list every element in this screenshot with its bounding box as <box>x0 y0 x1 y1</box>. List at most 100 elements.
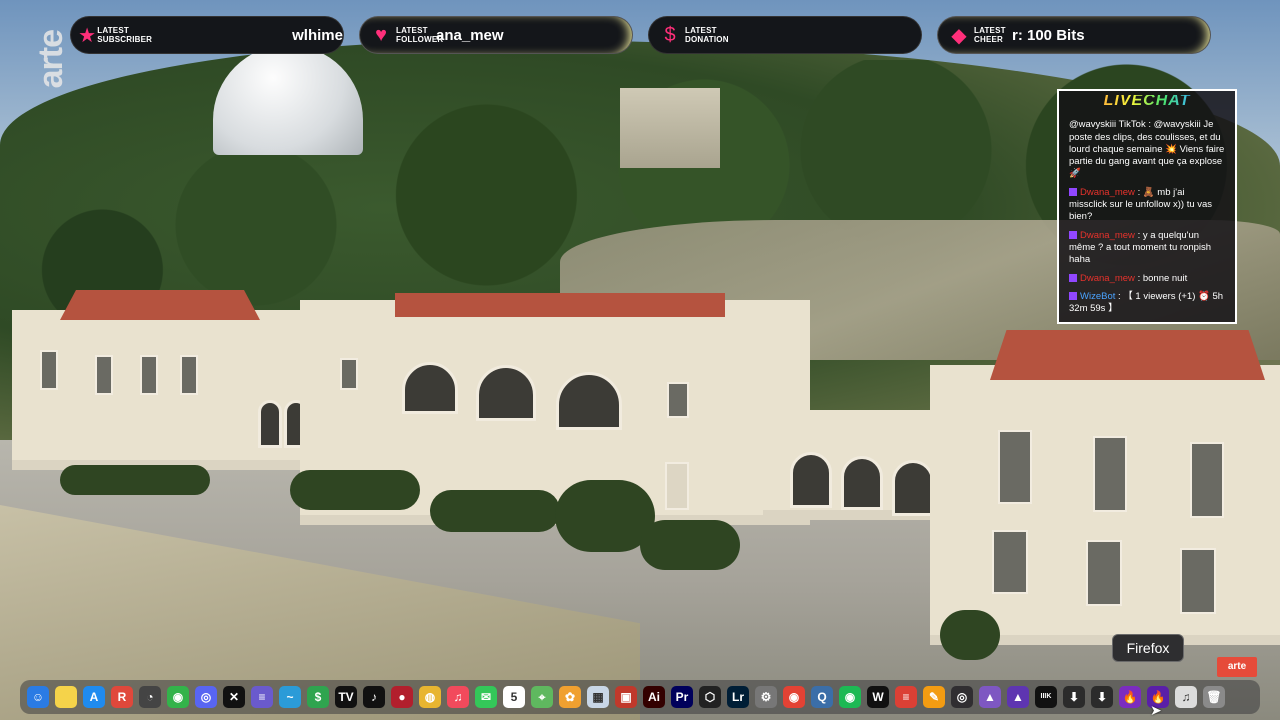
dock-app-freeform-icon[interactable]: ~ <box>279 686 301 708</box>
arch <box>841 456 883 510</box>
dock-app-affinity-1-icon[interactable]: ▲ <box>979 686 1001 708</box>
dock-app-calendar-icon[interactable]: 5 <box>503 686 525 708</box>
door <box>665 462 689 510</box>
window <box>180 355 198 395</box>
dock-app-preview-icon[interactable]: ▦ <box>587 686 609 708</box>
dock-app-download-2-icon[interactable]: ⬇ <box>1091 686 1113 708</box>
dock-app-illustrator-icon[interactable]: Ai <box>643 686 665 708</box>
livechat-title: LIVECHAT <box>1069 92 1225 108</box>
alert-label: LATEST CHEER <box>974 26 1006 44</box>
window <box>1086 540 1122 606</box>
dock-app-tiktok-icon[interactable]: ♪ <box>363 686 385 708</box>
alert-latest-follower: ♥ LATEST FOLLOWER ana_mew <box>360 17 632 53</box>
dock-app-todoist-icon[interactable]: ≡ <box>895 686 917 708</box>
chat-user: Dwana_mew <box>1080 272 1135 284</box>
arte-logo: arte <box>32 30 70 89</box>
chat-user: Dwana_mew <box>1080 186 1135 198</box>
dock-app-record-icon[interactable]: ◉ <box>783 686 805 708</box>
diamond-icon: ◆ <box>951 24 967 47</box>
dock-app-font-tool-icon[interactable]: IIIK <box>1035 686 1057 708</box>
hedge <box>940 610 1000 660</box>
arched-window <box>402 362 458 414</box>
dock-app-unity-icon[interactable]: ⬡ <box>699 686 721 708</box>
star-icon: ★ <box>78 24 97 47</box>
chat-user: Dwana_mew <box>1080 229 1135 241</box>
dock-app-waves-icon[interactable]: W <box>867 686 889 708</box>
left-roof <box>60 290 260 320</box>
dock-app-music-icon[interactable]: ♫ <box>447 686 469 708</box>
dock-app-affinity-2-icon[interactable]: ▲ <box>1007 686 1029 708</box>
dock-app-reeder-icon[interactable]: R <box>111 686 133 708</box>
chat-user: WizeBot <box>1080 290 1116 302</box>
dock-app-document-icon[interactable]: ♫ <box>1175 686 1197 708</box>
chat-message: Dwana_mew : 🧸 mb j'ai missclick sur le u… <box>1069 187 1225 224</box>
dock-app-firefox-icon[interactable]: 🔥 <box>1119 686 1141 708</box>
central-roof <box>395 293 725 317</box>
dock-app-premiere-icon[interactable]: Pr <box>671 686 693 708</box>
hedge <box>640 520 740 570</box>
dock-app-discord-icon[interactable]: ◎ <box>195 686 217 708</box>
dock-app-download-1-icon[interactable]: ⬇ <box>1063 686 1085 708</box>
arched-window <box>556 372 622 430</box>
window <box>992 530 1028 594</box>
chat-message: @wavyskiii TikTok : @wavyskiii Je poste … <box>1069 119 1225 180</box>
dock-app-quicktime-icon[interactable]: Q <box>811 686 833 708</box>
dollar-icon: $ <box>664 23 676 46</box>
dock-app-lightroom-icon[interactable]: Lr <box>727 686 749 708</box>
twitch-badge-icon <box>1069 273 1077 282</box>
arte-watermark: arte <box>1217 657 1257 677</box>
chat-text: : bonne nuit <box>1137 272 1188 284</box>
chat-message: Dwana_mew : y a quelqu'un même ? a tout … <box>1069 230 1225 267</box>
chat-message: WizeBot : 【 1 viewers (+1) ⏰ 5h 32m 59s … <box>1069 291 1225 316</box>
chat-user: @wavyskiii <box>1069 119 1117 131</box>
dock-app-obs-icon[interactable]: ◎ <box>951 686 973 708</box>
dock-app-robinhood-icon[interactable]: $ <box>307 686 329 708</box>
dock-app-system-monitor-icon[interactable]: ◔ <box>139 686 161 708</box>
alert-label: LATEST FOLLOWER <box>396 26 444 44</box>
alert-latest-subscriber: ★ LATEST SUBSCRIBER wlhime <box>71 17 343 53</box>
dock-app-app-store-icon[interactable]: A <box>83 686 105 708</box>
window <box>667 382 689 418</box>
alert-value: ana_mew <box>436 26 504 44</box>
twitch-badge-icon <box>1069 230 1077 239</box>
dock-app-system-settings-icon[interactable]: ⚙ <box>755 686 777 708</box>
window <box>1190 442 1224 518</box>
dock-app-maps-icon[interactable]: ⌖ <box>531 686 553 708</box>
hedge <box>60 465 210 495</box>
dock-tooltip: Firefox <box>1112 634 1184 662</box>
arch <box>892 460 934 516</box>
twitch-badge-icon <box>1069 187 1077 196</box>
dock-app-tradingview-icon[interactable]: TV <box>335 686 357 708</box>
chat-message: Dwana_mew : bonne nuit <box>1069 273 1225 285</box>
arched-window <box>476 365 536 421</box>
dock-app-notion-icon[interactable]: ≡ <box>251 686 273 708</box>
livechat-panel: LIVECHAT @wavyskiii TikTok : @wavyskiii … <box>1057 89 1237 324</box>
dock-app-photos-icon[interactable]: ✿ <box>559 686 581 708</box>
window <box>1180 548 1216 614</box>
window <box>340 358 358 390</box>
dock-app-opus-icon[interactable]: ● <box>391 686 413 708</box>
dock-app-finder-icon[interactable]: ☺ <box>27 686 49 708</box>
dock-app-chrome-icon[interactable]: ◍ <box>419 686 441 708</box>
dock-app-messages-icon[interactable]: ✉ <box>475 686 497 708</box>
window <box>40 350 58 390</box>
alert-value: r: 100 Bits <box>1012 26 1085 44</box>
arch <box>258 400 282 448</box>
dock-app-trash-icon[interactable]: 🗑 <box>1203 686 1225 708</box>
alert-value: wlhime <box>292 26 343 44</box>
alert-label: LATEST SUBSCRIBER <box>97 26 153 44</box>
right-roof <box>990 330 1265 380</box>
dock: ☺ A R ◔ ◉ ◎ ✕ ≡ ~ $ TV ♪ ● ◍ ♫ ✉ 5 ⌖ ✿ ▦ ▣ Ai Pr ⬡ Lr ⚙ ◉ Q ◉ W ≡ ✎ ◎ ▲ ▲ I… <box>20 680 1260 714</box>
dock-app-spotify-icon[interactable]: ◉ <box>839 686 861 708</box>
alert-latest-cheer: ◆ LATEST CHEER r: 100 Bits <box>938 17 1210 53</box>
hedge <box>430 490 560 532</box>
dock-app-capcut-icon[interactable]: ✕ <box>223 686 245 708</box>
window <box>998 430 1032 504</box>
dock-app-notes-icon[interactable] <box>55 686 77 708</box>
stone-tower <box>620 88 720 168</box>
dock-app-messenger-icon[interactable]: ◉ <box>167 686 189 708</box>
dock-app-ps-tool-icon[interactable]: ▣ <box>615 686 637 708</box>
window <box>140 355 158 395</box>
dock-app-fl-studio-icon[interactable]: ✎ <box>923 686 945 708</box>
hedge <box>290 470 420 510</box>
